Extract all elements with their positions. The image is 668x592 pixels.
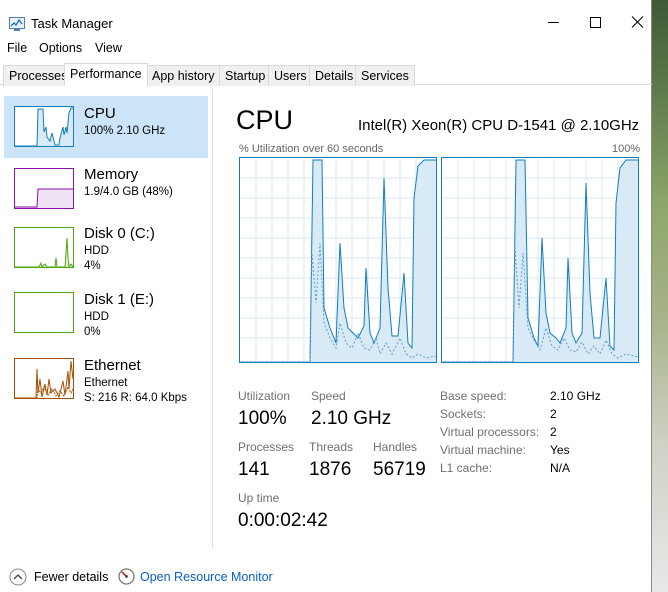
- task-manager-icon: [9, 17, 25, 31]
- tab-startup[interactable]: Startup: [219, 65, 272, 86]
- panel-divider: [212, 88, 213, 548]
- graph-max-label: 100%: [612, 143, 641, 155]
- utilization-label: Utilization: [238, 389, 291, 403]
- sidebar-cpu-title: CPU: [84, 105, 116, 122]
- sidebar-item-disk0[interactable]: Disk 0 (C:) HDD 4%: [4, 218, 208, 280]
- sidebar-ethernet-title: Ethernet: [84, 357, 141, 374]
- sidebar-disk0-type: HDD: [84, 245, 109, 257]
- sockets-label: Sockets:: [440, 407, 487, 421]
- menu-file[interactable]: File: [7, 41, 27, 55]
- ethernet-mini-graph: [14, 358, 74, 399]
- tab-performance[interactable]: Performance: [64, 63, 148, 86]
- task-manager-window: Task Manager File Options View Processes…: [0, 0, 652, 592]
- memory-mini-graph: [14, 168, 74, 209]
- sidebar-item-ethernet[interactable]: Ethernet Ethernet S: 216 R: 64.0 Kbps: [4, 350, 208, 412]
- footer-bar: Fewer details Open Resource Monitor: [0, 560, 652, 592]
- menu-view[interactable]: View: [95, 41, 122, 55]
- handles-label: Handles: [373, 440, 418, 454]
- tab-services[interactable]: Services: [355, 65, 415, 86]
- close-icon[interactable]: [630, 14, 646, 30]
- window-title: Task Manager: [31, 16, 113, 31]
- threads-label: Threads: [309, 440, 354, 454]
- page-title: CPU: [236, 105, 294, 135]
- menu-options[interactable]: Options: [39, 41, 82, 55]
- sidebar-disk1-usage: 0%: [84, 326, 101, 338]
- cpu-graph-core-1: [441, 157, 639, 363]
- minimize-icon[interactable]: [546, 14, 562, 30]
- disk1-mini-graph: [14, 292, 74, 333]
- sidebar-item-disk1[interactable]: Disk 1 (E:) HDD 0%: [4, 284, 208, 346]
- virtual-machine-value: Yes: [550, 443, 570, 457]
- processes-label: Processes: [238, 440, 295, 454]
- sidebar-cpu-detail: 100% 2.10 GHz: [84, 125, 166, 137]
- tab-users[interactable]: Users: [268, 65, 313, 86]
- tab-app-history[interactable]: App history: [146, 65, 221, 86]
- uptime-label: Up time: [238, 491, 280, 505]
- sidebar-disk0-title: Disk 0 (C:): [84, 225, 155, 242]
- l1-cache-label: L1 cache:: [440, 461, 493, 475]
- processes-value: 141: [238, 459, 270, 480]
- virtual-processors-label: Virtual processors:: [440, 425, 540, 439]
- sidebar-memory-detail: 1.9/4.0 GB (48%): [84, 186, 173, 198]
- threads-value: 1876: [309, 459, 352, 480]
- maximize-icon[interactable]: [588, 14, 604, 30]
- cpu-graph-core-0: [239, 157, 437, 363]
- sidebar-ethernet-throughput: S: 216 R: 64.0 Kbps: [84, 392, 187, 404]
- l1-cache-value: N/A: [550, 461, 571, 475]
- speed-label: Speed: [311, 389, 346, 403]
- handles-value: 56719: [373, 459, 426, 480]
- virtual-processors-value: 2: [550, 425, 557, 439]
- sidebar-disk1-title: Disk 1 (E:): [84, 291, 155, 308]
- sidebar-disk0-usage: 4%: [84, 260, 101, 272]
- utilization-value: 100%: [238, 408, 287, 429]
- sidebar-ethernet-adapter: Ethernet: [84, 377, 128, 389]
- sidebar-memory-title: Memory: [84, 166, 139, 183]
- cpu-model-name: Intel(R) Xeon(R) CPU D-1541 @ 2.10GHz: [358, 117, 640, 134]
- sidebar-item-memory[interactable]: Memory 1.9/4.0 GB (48%): [4, 158, 208, 220]
- fewer-details-button[interactable]: Fewer details: [34, 570, 108, 584]
- base-speed-value: 2.10 GHz: [550, 389, 601, 403]
- open-resource-monitor-link[interactable]: Open Resource Monitor: [140, 570, 273, 584]
- sockets-value: 2: [550, 407, 557, 421]
- graph-label: % Utilization over 60 seconds: [239, 143, 384, 155]
- cpu-mini-graph: [14, 106, 74, 147]
- sidebar-item-cpu[interactable]: CPU 100% 2.10 GHz: [4, 96, 208, 158]
- resource-monitor-icon[interactable]: [118, 568, 135, 585]
- desktop-background: [650, 0, 668, 592]
- uptime-value: 0:00:02:42: [238, 510, 328, 531]
- chevron-up-icon[interactable]: [9, 568, 27, 586]
- title-bar[interactable]: Task Manager: [0, 0, 652, 40]
- base-speed-label: Base speed:: [440, 389, 507, 403]
- virtual-machine-label: Virtual machine:: [440, 443, 526, 457]
- tab-processes[interactable]: Processes: [3, 65, 74, 86]
- disk0-mini-graph: [14, 227, 74, 268]
- tab-bar: Processes Performance App history Startu…: [0, 63, 652, 86]
- sidebar-disk1-type: HDD: [84, 311, 109, 323]
- tab-details[interactable]: Details: [309, 65, 360, 86]
- speed-value: 2.10 GHz: [311, 408, 392, 429]
